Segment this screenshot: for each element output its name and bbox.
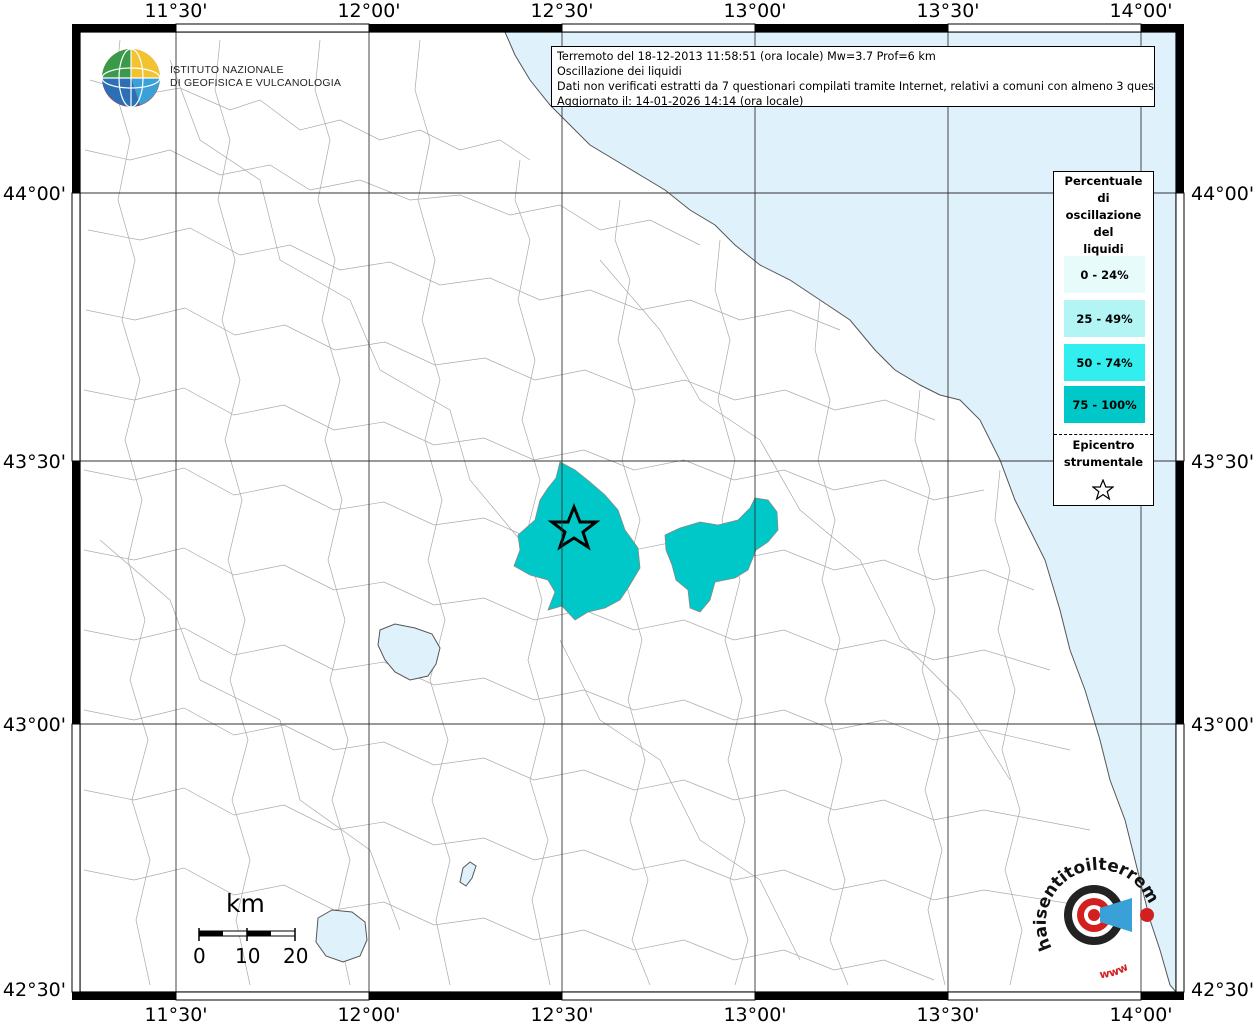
legend-swatch-75-100: 75 - 100% (1064, 386, 1145, 423)
lon-label: 13°30' (916, 0, 979, 22)
event-updated: Aggiornato il: 14-01-2026 14:14 (ora loc… (557, 95, 804, 107)
lat-label: 44°00' (1191, 183, 1254, 205)
lon-label: 13°00' (723, 0, 786, 22)
legend-title-line: oscillazione (1065, 208, 1142, 222)
legend-swatch-50-74: 50 - 74% (1064, 344, 1145, 381)
legend-swatch-0-24: 0 - 24% (1064, 256, 1145, 293)
lat-label: 43°30' (1191, 451, 1254, 473)
legend-swatch-25-49: 25 - 49% (1064, 300, 1145, 337)
scale-label-20: 20 (283, 944, 309, 968)
legend-title-line: Percentuale (1064, 174, 1143, 188)
lon-label: 14°00' (1109, 0, 1172, 22)
scale-label-0: 0 (193, 944, 206, 968)
event-data-note: Dati non verificati estratti da 7 questi… (557, 80, 1155, 93)
lat-label: 42°30' (1191, 979, 1254, 1001)
lat-labels-right: 44°00' 43°30' 43°00' 42°30' (1191, 183, 1254, 1001)
lat-label: 43°30' (3, 451, 66, 473)
lon-label: 11°30' (144, 1004, 207, 1024)
hsentito-www: www (1099, 960, 1131, 981)
lon-labels-bottom: 11°30' 12°00' 12°30' 13°00' 13°30' 14°00… (144, 1004, 1172, 1024)
lon-label: 14°00' (1109, 1004, 1172, 1024)
legend-swatch-label: 0 - 24% (1080, 267, 1129, 282)
event-title: Terremoto del 18-12-2013 11:58:51 (ora l… (557, 50, 936, 63)
ingv-wordmark: ISTITUTO NAZIONALE DI GEOFISICA E VULCAN… (170, 64, 341, 90)
lon-label: 12°00' (337, 1004, 400, 1024)
legend-epicenter-line: Epicentro (1072, 438, 1135, 452)
event-map-type: Oscillazione dei liquidi (557, 65, 682, 78)
globe-logo-icon (101, 48, 161, 108)
legend-title-line: del (1093, 225, 1114, 239)
star-icon (1092, 479, 1114, 501)
lon-label: 13°30' (916, 1004, 979, 1024)
svg-text:www: www (1099, 960, 1131, 981)
legend-title-line: di (1097, 191, 1110, 205)
legend-divider (1054, 434, 1153, 435)
lon-label: 13°00' (723, 1004, 786, 1024)
lon-label: 12°30' (530, 0, 593, 22)
legend-title: Percentuale di oscillazione del liquidi (1054, 172, 1153, 258)
scale-unit-label: km (226, 889, 265, 918)
legend: Percentuale di oscillazione del liquidi … (1053, 171, 1154, 506)
lat-label: 42°30' (3, 979, 66, 1001)
event-info-box: Terremoto del 18-12-2013 11:58:51 (ora l… (551, 46, 1155, 107)
lon-label: 11°30' (144, 0, 207, 22)
legend-swatch-label: 50 - 74% (1076, 355, 1133, 370)
lon-labels-top: 11°30' 12°00' 12°30' 13°00' 13°30' 14°00… (144, 0, 1172, 22)
legend-epicenter-line: strumentale (1063, 455, 1144, 469)
legend-epicenter-label: Epicentro strumentale (1054, 437, 1153, 471)
ingv-line-1: ISTITUTO NAZIONALE (170, 64, 284, 76)
hsentito-logo: haisentitoilterremoto.it www (1030, 850, 1163, 981)
lon-label: 12°00' (337, 0, 400, 22)
lat-label: 44°00' (3, 183, 66, 205)
ingv-line-2: DI GEOFISICA E VULCANOLOGIA (170, 77, 342, 89)
scale-label-10: 10 (235, 944, 261, 968)
hsentito-text: haisentitoilterremoto.it (1030, 850, 1163, 954)
legend-swatch-label: 25 - 49% (1076, 311, 1133, 326)
lat-label: 43°00' (3, 714, 66, 736)
legend-swatch-label: 75 - 100% (1072, 397, 1137, 412)
lat-labels-left: 44°00' 43°30' 43°00' 42°30' (3, 183, 66, 1001)
lon-label: 12°30' (530, 1004, 593, 1024)
lat-label: 43°00' (1191, 714, 1254, 736)
svg-text:haisentitoilterremoto.it: haisentitoilterremoto.it (1030, 850, 1163, 954)
